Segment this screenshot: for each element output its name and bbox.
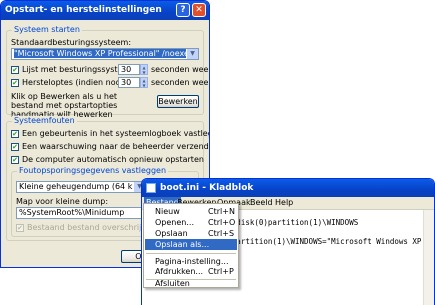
auto-restart-label: De computer automatisch opnieuw opstarte… (22, 155, 204, 164)
recovery-suffix: seconden weergeven (151, 78, 210, 87)
menu-item-label: Afdrukken... (155, 267, 204, 276)
menu-item-label: Opslaan als... (155, 240, 210, 249)
menu-item-shortcut: Ctrl+P (208, 267, 234, 276)
auto-restart-checkbox[interactable]: ✔ (11, 156, 19, 164)
menu-item-afsluiten[interactable]: Afsluiten (145, 280, 237, 288)
recovery-seconds-input[interactable]: 30 (118, 77, 140, 88)
log-event-label: Een gebeurtenis in het systeemlogboek va… (22, 129, 210, 138)
spin-down-icon[interactable]: ▼ (141, 70, 147, 75)
startup-group-legend: Systeem starten (12, 25, 82, 34)
overwrite-label: Bestaand bestand overschrijven (27, 223, 157, 232)
menu-item-opslaan-als[interactable]: Opslaan als... (145, 239, 237, 250)
menu-item-label: Nieuw (155, 207, 180, 216)
menu-item-opslaan[interactable]: Opslaan Ctrl+S (145, 228, 237, 239)
default-os-label: Standaardbesturingssysteem: (11, 38, 132, 47)
dialog-title: Opstart- en herstelinstellingen (5, 5, 162, 15)
os-list-spinner[interactable]: ▲ ▼ (140, 64, 148, 75)
default-os-value: "Microsoft Windows XP Professional" /noe… (14, 49, 198, 58)
recovery-spinner[interactable]: ▲ ▼ (140, 77, 148, 88)
edit-button[interactable]: Bewerken (157, 95, 199, 108)
startup-group: Systeem starten Standaardbesturingssyste… (6, 25, 209, 119)
notepad-titlebar[interactable]: boot.ini - Kladblok (142, 179, 434, 197)
edit-hint: Klik op Bewerken als u het bestand met o… (11, 92, 118, 119)
failure-group-legend: Systeemfouten (12, 116, 77, 125)
default-os-select[interactable]: "Microsoft Windows XP Professional" /noe… (11, 48, 199, 60)
vertical-scrollbar[interactable] (423, 210, 434, 305)
os-list-seconds-input[interactable]: 30 (118, 64, 140, 75)
overwrite-checkbox[interactable]: ✔ (16, 224, 24, 232)
close-button[interactable]: ✕ (192, 3, 206, 17)
dialog-titlebar[interactable]: Opstart- en herstelinstellingen ? ✕ (1, 1, 209, 20)
menu-item-openen[interactable]: Openen... Ctrl+O (145, 217, 237, 228)
dump-dir-label: Map voor kleine dump: (16, 197, 109, 206)
os-list-suffix: seconden weergeven (151, 65, 210, 74)
spin-down-icon[interactable]: ▼ (141, 83, 147, 88)
dump-type-select[interactable]: Kleine geheugendump (64 kB) ▼ (16, 181, 146, 193)
dump-type-value: Kleine geheugendump (64 kB) (19, 182, 141, 191)
dump-dir-input[interactable]: %SystemRoot%\Minidump (16, 207, 146, 219)
menu-beeld[interactable]: Beeld (248, 197, 275, 209)
menu-separator (146, 253, 236, 254)
menu-help[interactable]: Help (273, 197, 295, 209)
menu-item-shortcut: Ctrl+N (208, 207, 235, 216)
menu-item-afdrukken[interactable]: Afdrukken... Ctrl+P (145, 266, 237, 277)
recovery-checkbox[interactable]: ✔ (11, 79, 19, 87)
menu-item-label: Openen... (155, 218, 194, 227)
log-event-checkbox[interactable]: ✔ (11, 130, 19, 138)
chevron-down-icon[interactable]: ▼ (186, 49, 198, 59)
menu-item-label: Opslaan (155, 229, 188, 238)
menu-item-label: Afsluiten (155, 279, 190, 288)
os-list-checkbox[interactable]: ✔ (11, 66, 19, 74)
file-menu: Nieuw Ctrl+N Openen... Ctrl+O Opslaan Ct… (143, 203, 239, 288)
menu-item-shortcut: Ctrl+S (208, 229, 235, 238)
menu-item-shortcut: Ctrl+O (208, 218, 236, 227)
notepad-title: boot.ini - Kladblok (160, 183, 254, 193)
debug-info-legend: Foutopsporingsgegevens vastleggen (17, 166, 169, 175)
send-alert-label: Een waarschuwing naar de beheerder verze… (22, 142, 210, 151)
help-button[interactable]: ? (176, 3, 190, 17)
recovery-label: Hersteloptes (indien nodig) (22, 78, 132, 87)
notepad-icon (146, 183, 156, 193)
menu-item-nieuw[interactable]: Nieuw Ctrl+N (145, 206, 237, 217)
send-alert-checkbox[interactable]: ✔ (11, 143, 19, 151)
